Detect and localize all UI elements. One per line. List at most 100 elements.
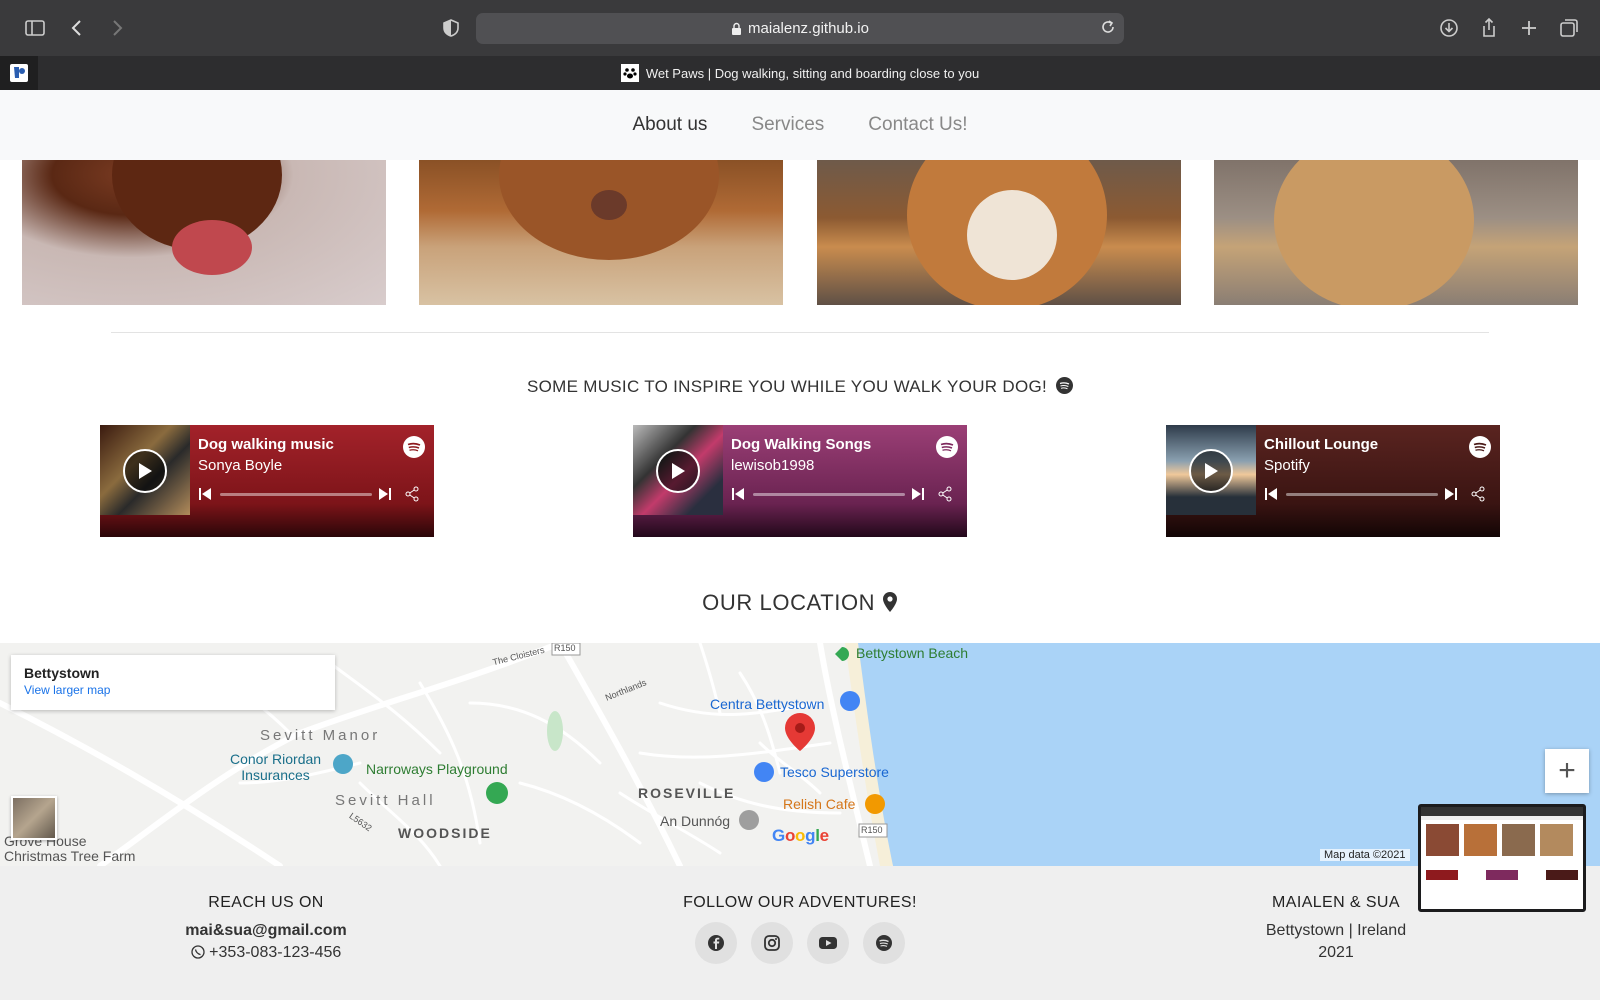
map-info-card: Bettystown View larger map xyxy=(11,655,335,710)
screenshot-preview-thumbnail[interactable] xyxy=(1418,804,1586,912)
previous-track-icon[interactable] xyxy=(731,487,745,501)
map-label-an-dunnog[interactable]: An Dunnóg xyxy=(660,813,730,829)
tab-bar: Wet Paws | Dog walking, sitting and boar… xyxy=(0,56,1600,90)
next-track-icon[interactable] xyxy=(378,487,392,501)
view-larger-map-link[interactable]: View larger map xyxy=(24,683,322,697)
privacy-shield-icon[interactable] xyxy=(438,15,464,41)
map-label-relish[interactable]: Relish Cafe xyxy=(783,796,855,812)
share-icon[interactable] xyxy=(937,486,953,502)
downloads-icon[interactable] xyxy=(1436,15,1462,41)
divider xyxy=(111,332,1489,333)
pinned-tab[interactable] xyxy=(0,56,38,90)
previous-track-icon[interactable] xyxy=(198,487,212,501)
map-label-roseville: ROSEVILLE xyxy=(638,785,736,801)
playlist-title[interactable]: Chillout Lounge xyxy=(1264,436,1378,453)
back-icon[interactable] xyxy=(64,15,90,41)
footer-owners: MAIALEN & SUA Bettystown | Ireland 2021 xyxy=(1230,894,1442,962)
site-nav: About us Services Contact Us! xyxy=(0,90,1600,160)
road-shield-r150-bottom: R150 xyxy=(861,825,883,835)
map-label-christmas-tree: Christmas Tree Farm xyxy=(4,848,136,864)
dog-photo-1 xyxy=(22,160,386,305)
dog-photo-strip xyxy=(0,160,1600,306)
youtube-icon[interactable] xyxy=(807,922,849,964)
map-label-tesco[interactable]: Tesco Superstore xyxy=(780,764,889,780)
progress-bar[interactable] xyxy=(753,493,905,496)
playlist-author[interactable]: Sonya Boyle xyxy=(198,457,282,474)
sidebar-toggle-icon[interactable] xyxy=(22,15,48,41)
footer-phone-row[interactable]: +353-083-123-456 xyxy=(160,944,372,962)
whatsapp-icon xyxy=(191,945,205,959)
dog-photo-2 xyxy=(419,160,783,305)
map-label-conor-riordan[interactable]: Conor Riordan Insurances xyxy=(230,751,321,783)
playlist-title[interactable]: Dog Walking Songs xyxy=(731,436,871,453)
footer-contact: REACH US ON mai&sua@gmail.com +353-083-1… xyxy=(160,894,372,962)
music-heading-text: SOME MUSIC TO INSPIRE YOU WHILE YOU WALK… xyxy=(526,377,1048,396)
map-label-beach[interactable]: Bettystown Beach xyxy=(856,645,968,661)
spotify-icon[interactable] xyxy=(863,922,905,964)
spotify-logo-icon[interactable] xyxy=(1469,436,1491,458)
map-pin-icon xyxy=(882,592,897,612)
footer-reach-heading: REACH US ON xyxy=(208,894,324,911)
map-label-centra[interactable]: Centra Bettystown xyxy=(710,696,824,712)
player-controls xyxy=(731,486,957,502)
footer-owners-heading: MAIALEN & SUA xyxy=(1272,894,1400,911)
share-icon[interactable] xyxy=(1470,486,1486,502)
spotify-icon xyxy=(1056,377,1074,394)
playlist-author[interactable]: lewisob1998 xyxy=(731,457,814,474)
zoom-in-button[interactable]: + xyxy=(1545,749,1589,793)
player-controls xyxy=(1264,486,1490,502)
dog-photo-4 xyxy=(1214,160,1578,305)
share-icon[interactable] xyxy=(404,486,420,502)
next-track-icon[interactable] xyxy=(911,487,925,501)
footer-social: FOLLOW OUR ADVENTURES! xyxy=(600,894,1000,964)
tab-title[interactable]: Wet Paws | Dog walking, sitting and boar… xyxy=(646,66,979,81)
share-icon[interactable] xyxy=(1476,15,1502,41)
location-heading-text: OUR LOCATION xyxy=(702,590,876,615)
map-label-woodside: WOODSIDE xyxy=(398,825,492,841)
tab-overview-icon[interactable] xyxy=(1556,15,1582,41)
url-text: maialenz.github.io xyxy=(748,20,869,37)
playlist-title[interactable]: Dog walking music xyxy=(198,436,334,453)
instagram-icon[interactable] xyxy=(751,922,793,964)
spotify-player-3[interactable]: Chillout Lounge Spotify xyxy=(1166,425,1500,537)
spotify-player-1[interactable]: Dog walking music Sonya Boyle xyxy=(100,425,434,537)
spotify-logo-icon[interactable] xyxy=(936,436,958,458)
spotify-logo-icon[interactable] xyxy=(403,436,425,458)
location-heading: OUR LOCATION xyxy=(0,590,1600,616)
facebook-icon[interactable] xyxy=(695,922,737,964)
reload-icon[interactable] xyxy=(1100,19,1116,39)
nav-contact-us[interactable]: Contact Us! xyxy=(868,114,967,136)
browser-toolbar: maialenz.github.io xyxy=(0,0,1600,56)
map-label-sevitt-hall: Sevitt Hall xyxy=(335,792,436,809)
play-button[interactable] xyxy=(1189,449,1233,493)
footer-place: Bettystown | Ireland xyxy=(1265,922,1407,939)
address-bar[interactable]: maialenz.github.io xyxy=(476,13,1124,44)
footer-follow-heading: FOLLOW OUR ADVENTURES! xyxy=(683,894,917,911)
progress-bar[interactable] xyxy=(220,493,372,496)
lock-icon xyxy=(731,22,742,35)
nav-services[interactable]: Services xyxy=(751,114,824,136)
nav-about-us[interactable]: About us xyxy=(632,114,707,136)
dog-photo-3 xyxy=(817,160,1181,305)
player-controls xyxy=(198,486,424,502)
footer-phone[interactable]: +353-083-123-456 xyxy=(209,944,341,961)
road-shield-r150-top: R150 xyxy=(554,643,576,653)
map-label-narroways[interactable]: Narroways Playground xyxy=(366,761,508,777)
previous-track-icon[interactable] xyxy=(1264,487,1278,501)
site-footer: REACH US ON mai&sua@gmail.com +353-083-1… xyxy=(0,866,1600,1000)
new-tab-icon[interactable] xyxy=(1516,15,1542,41)
play-button[interactable] xyxy=(123,449,167,493)
next-track-icon[interactable] xyxy=(1444,487,1458,501)
play-button[interactable] xyxy=(656,449,700,493)
spotify-player-2[interactable]: Dog Walking Songs lewisob1998 xyxy=(633,425,967,537)
forward-icon[interactable] xyxy=(104,15,130,41)
playlist-author[interactable]: Spotify xyxy=(1264,457,1310,474)
music-heading: SOME MUSIC TO INSPIRE YOU WHILE YOU WALK… xyxy=(0,377,1600,397)
map-attribution[interactable]: Map data ©2021 xyxy=(1320,849,1410,861)
street-view-thumbnail[interactable] xyxy=(11,796,57,840)
footer-email[interactable]: mai&sua@gmail.com xyxy=(160,922,372,940)
progress-bar[interactable] xyxy=(1286,493,1438,496)
map-place-name: Bettystown xyxy=(24,665,100,681)
paw-favicon-icon xyxy=(620,64,639,82)
google-map[interactable]: Bettystown Beach Centra Bettystown Tesco… xyxy=(0,643,1600,866)
